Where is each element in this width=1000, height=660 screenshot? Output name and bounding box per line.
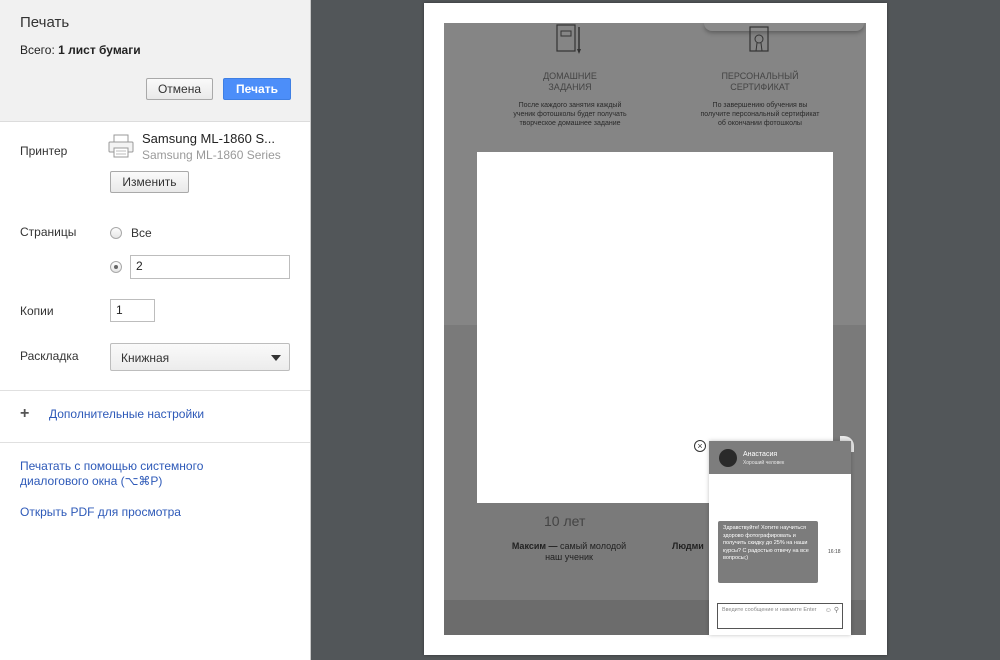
divider (0, 442, 310, 443)
chat-header: Анастасия Хороший человек (709, 441, 851, 474)
avatar (719, 449, 737, 467)
print-button[interactable]: Печать (223, 78, 291, 100)
plus-icon[interactable]: + (20, 406, 29, 422)
print-header: Печать Всего: 1 лист бумаги Отмена Печат… (0, 0, 310, 122)
feature1-title-line2: ЗАДАНИЯ (548, 82, 592, 92)
printer-label: Принтер (20, 144, 68, 158)
close-icon[interactable]: × (694, 440, 706, 452)
copies-label: Копии (20, 304, 54, 318)
years-heading: 10 лет (544, 513, 586, 529)
student-caption: Максим — самый молодой наш ученик (504, 541, 634, 563)
feature2-title-line2: СЕРТИФИКАТ (730, 82, 790, 92)
chat-message-time: 16:18 (828, 549, 841, 555)
notebook-icon (556, 24, 581, 54)
layout-select-value: Книжная (121, 351, 170, 365)
pages-range-input[interactable]: 2 (130, 255, 290, 279)
printer-model: Samsung ML-1860 Series (142, 148, 281, 162)
cancel-button[interactable]: Отмена (146, 78, 213, 100)
chat-input-placeholder: Введите сообщение и нажмите Enter (722, 607, 817, 613)
chat-message: Здравствуйте! Хотите научиться здорово ф… (718, 521, 818, 583)
system-dialog-line2: диалогового окна (⌥⌘P) (20, 474, 163, 488)
change-printer-button[interactable]: Изменить (110, 171, 189, 193)
feature1-text: После каждого занятия каждый ученик фото… (513, 102, 627, 127)
chat-agent-name: Анастасия (743, 451, 778, 458)
pages-custom-radio[interactable] (110, 261, 122, 273)
total-value: 1 лист бумаги (58, 43, 141, 57)
system-dialog-line1: Печатать с помощью системного (20, 459, 204, 473)
feature2-text: По завершению обучения вы получите персо… (700, 102, 820, 127)
pages-label: Страницы (20, 225, 77, 239)
dialog-title: Печать (20, 14, 70, 31)
pages-all-label: Все (131, 226, 152, 240)
divider (0, 390, 310, 391)
chat-input[interactable]: Введите сообщение и нажмите Enter ☺ ⚲ (717, 603, 843, 629)
copies-input[interactable]: 1 (110, 299, 155, 322)
student-name: Максим — (511, 541, 558, 551)
open-pdf-link[interactable]: Открыть PDF для просмотра (20, 505, 181, 520)
more-settings-link[interactable]: Дополнительные настройки (49, 407, 204, 421)
feature1-title-line1: ДОМАШНИЕ (543, 71, 597, 81)
feature2-title: ПЕРСОНАЛЬНЫЙ СЕРТИФИКАТ (700, 71, 820, 93)
printer-icon (108, 134, 134, 158)
feature1-title: ДОМАШНИЕ ЗАДАНИЯ (510, 71, 630, 93)
emoji-icon[interactable]: ☺ ⚲ (825, 607, 839, 614)
top-shape (704, 23, 864, 31)
feature2-title-line1: ПЕРСОНАЛЬНЫЙ (721, 71, 799, 81)
system-dialog-link[interactable]: Печатать с помощью системного диалоговог… (20, 459, 203, 489)
student-text: самый молодой наш ученик (545, 541, 627, 562)
print-settings-panel: Печать Всего: 1 лист бумаги Отмена Печат… (0, 0, 311, 660)
chat-widget: Анастасия Хороший человек Здравствуйте! … (709, 441, 851, 635)
layout-label: Раскладка (20, 349, 79, 363)
total-label: Всего: (20, 43, 55, 57)
student2-name: Людми (672, 541, 704, 551)
certificate-icon (749, 26, 769, 52)
pages-all-radio[interactable] (110, 227, 122, 239)
sheet-total: Всего: 1 лист бумаги (20, 43, 141, 57)
printer-name: Samsung ML-1860 S... (142, 131, 275, 146)
chevron-down-icon (271, 355, 281, 361)
layout-select[interactable]: Книжная (110, 343, 290, 371)
chat-agent-role: Хороший человек (743, 460, 785, 466)
